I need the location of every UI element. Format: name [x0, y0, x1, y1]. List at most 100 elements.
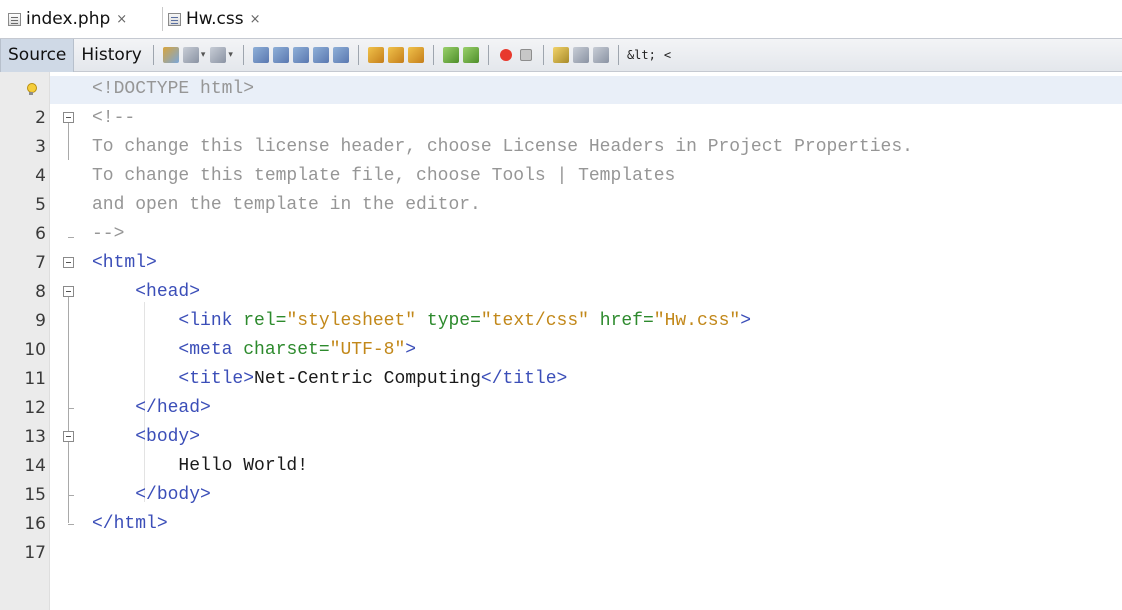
uncomment-icon[interactable] — [572, 47, 589, 63]
tab-hw-css[interactable]: Hw.css × — [168, 7, 261, 31]
toolbar-separator — [432, 45, 434, 65]
line-number: 10 — [24, 340, 46, 360]
collapse-fold-icon[interactable] — [63, 431, 74, 442]
line-number: 12 — [24, 398, 46, 418]
history-tab[interactable]: History — [74, 39, 148, 72]
toggle-highlight-icon[interactable] — [332, 47, 349, 63]
code-text: <meta charset="UTF-8"> — [178, 340, 417, 360]
code-text: Hello World! — [92, 456, 309, 476]
line-number: 7 — [35, 253, 46, 273]
php-file-icon — [8, 12, 21, 26]
tab-index-php[interactable]: index.php × — [8, 7, 128, 31]
code-line[interactable]: 4 To change this template file, choose To… — [0, 162, 1122, 191]
line-number: 4 — [35, 166, 46, 186]
code-text: <title>Net-Centric Computing</title> — [178, 369, 568, 389]
collapse-fold-icon[interactable] — [63, 286, 74, 297]
code-line[interactable]: 3 To change this license header, choose L… — [0, 133, 1122, 162]
navigation-group: ▾ ▾ — [158, 39, 239, 71]
line-number: 17 — [24, 543, 46, 563]
find-icon[interactable] — [252, 47, 269, 63]
code-line[interactable]: 13 <body> — [0, 423, 1122, 452]
code-text: <!-- — [92, 108, 136, 128]
stop-macro-icon[interactable] — [519, 49, 532, 61]
code-line[interactable]: 9 <link rel="stylesheet" type="text/css"… — [0, 307, 1122, 336]
previous-bookmark-icon[interactable] — [367, 47, 384, 63]
code-line[interactable]: 7 <html> — [0, 249, 1122, 278]
code-text: <head> — [135, 282, 201, 302]
code-text: <!DOCTYPE html> — [92, 79, 255, 99]
code-line[interactable]: 8 <head> — [0, 278, 1122, 307]
search-group — [248, 39, 354, 71]
next-bookmark-icon[interactable] — [387, 47, 404, 63]
code-text: <html> — [92, 253, 157, 273]
code-text: </html> — [92, 514, 168, 534]
code-line[interactable]: 10 <meta charset="UTF-8"> — [0, 336, 1122, 365]
code-line[interactable]: <!DOCTYPE html> — [0, 75, 1122, 104]
line-number: 15 — [24, 485, 46, 505]
lt-palette-item[interactable]: < — [664, 48, 671, 62]
toolbar-separator — [152, 45, 154, 65]
back-icon[interactable] — [182, 47, 199, 63]
toolbar-separator — [487, 45, 489, 65]
line-number: 16 — [24, 514, 46, 534]
code-line[interactable]: 16 </html> — [0, 510, 1122, 539]
code-text: To change this template file, choose Too… — [92, 166, 676, 186]
hint-lightbulb-icon[interactable] — [26, 83, 37, 96]
code-text: <link rel="stylesheet" type="text/css" h… — [178, 311, 752, 331]
code-text: </body> — [135, 485, 211, 505]
close-icon[interactable]: × — [250, 12, 261, 27]
code-line[interactable]: 15 </body> — [0, 481, 1122, 510]
comment-group — [548, 39, 614, 71]
code-line[interactable]: 2 <!-- — [0, 104, 1122, 133]
shift-left-icon[interactable] — [442, 47, 459, 63]
entity-palette-item[interactable]: &lt; — [627, 48, 656, 62]
code-editor[interactable]: <!DOCTYPE html> 2 <!-- 3 To change this lice… — [0, 72, 1122, 610]
close-icon[interactable]: × — [116, 12, 127, 27]
code-text: --> — [92, 224, 125, 244]
code-line[interactable]: 6 --> — [0, 220, 1122, 249]
line-number: 3 — [35, 137, 46, 157]
back-dropdown-icon[interactable]: ▾ — [201, 50, 206, 60]
forward-dropdown-icon[interactable]: ▾ — [228, 50, 233, 60]
line-number: 9 — [35, 311, 46, 331]
shift-right-icon[interactable] — [462, 47, 479, 63]
line-number: 13 — [24, 427, 46, 447]
code-text: To change this license header, choose Li… — [92, 137, 913, 157]
line-number: 5 — [35, 195, 46, 215]
editor-tab-strip: index.php × Hw.css × — [0, 0, 1122, 38]
find-previous-icon[interactable] — [272, 47, 289, 63]
source-tab[interactable]: Source — [0, 38, 75, 72]
tab-label: Hw.css — [186, 9, 244, 29]
forward-icon[interactable] — [210, 47, 227, 63]
toolbar-separator — [617, 45, 619, 65]
code-line[interactable]: 11 <title>Net-Centric Computing</title> — [0, 365, 1122, 394]
code-text: <body> — [135, 427, 201, 447]
code-line[interactable]: 5 and open the template in the editor. — [0, 191, 1122, 220]
collapse-fold-icon[interactable] — [63, 257, 74, 268]
code-line[interactable]: 14 Hello World! — [0, 452, 1122, 481]
last-edit-icon[interactable] — [162, 47, 179, 63]
line-number: 6 — [35, 224, 46, 244]
toolbar-separator — [242, 45, 244, 65]
toolbar-separator — [357, 45, 359, 65]
editor-toolbar: Source History ▾ ▾ &lt; < — [0, 38, 1122, 72]
macro-group — [493, 39, 539, 71]
start-macro-icon[interactable] — [499, 49, 512, 61]
toolbar-separator — [542, 45, 544, 65]
collapse-fold-icon[interactable] — [63, 112, 74, 123]
line-number: 8 — [35, 282, 46, 302]
code-line[interactable]: 17 — [0, 539, 1122, 568]
toggle-bookmark-icon[interactable] — [407, 47, 424, 63]
code-line[interactable]: 12 </head> — [0, 394, 1122, 423]
code-text: and open the template in the editor. — [92, 195, 481, 215]
line-number: 14 — [24, 456, 46, 476]
find-selection-icon[interactable] — [312, 47, 329, 63]
css-file-icon — [168, 12, 181, 26]
bookmark-group — [363, 39, 429, 71]
database-icon[interactable] — [592, 47, 609, 63]
tab-divider — [162, 7, 163, 31]
shift-group — [438, 39, 484, 71]
line-number: 2 — [35, 108, 46, 128]
comment-icon[interactable] — [552, 47, 569, 63]
find-next-icon[interactable] — [292, 47, 309, 63]
